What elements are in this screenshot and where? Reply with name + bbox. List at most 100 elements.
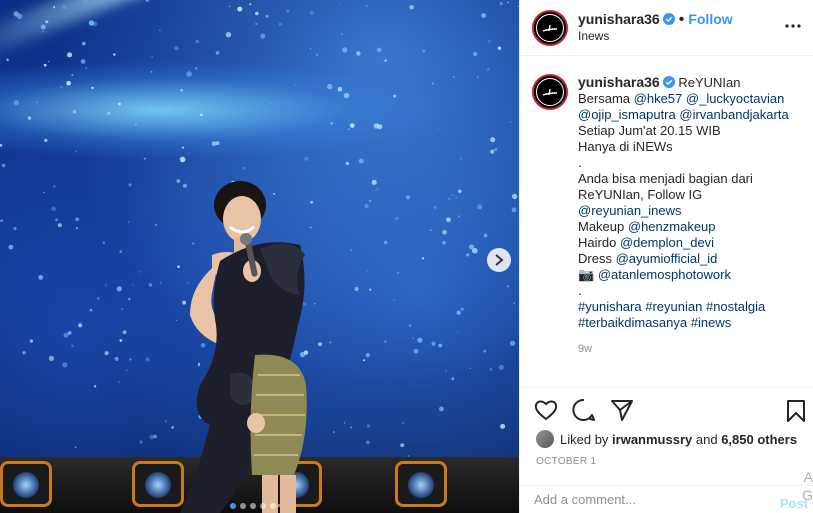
sparkle	[48, 355, 55, 361]
like-button[interactable]	[534, 399, 558, 421]
sparkle	[421, 257, 425, 260]
carousel-next-button[interactable]	[487, 248, 511, 272]
likes-summary: Liked by irwanmussry and 6,850 others	[536, 430, 797, 448]
caption-line: .	[578, 283, 789, 299]
caption-tag-link[interactable]: #nostalgia	[706, 299, 765, 314]
caption-text-segment: 📷	[578, 267, 598, 282]
caption-tag-link[interactable]: @atanlemosphotowork	[598, 267, 731, 282]
caption-tag-link[interactable]: @ayumiofficial_id	[616, 251, 718, 266]
sparkle	[350, 249, 353, 252]
sparkle	[0, 144, 3, 147]
caption-avatar[interactable]	[532, 74, 568, 110]
sparkle	[489, 367, 493, 371]
location-link[interactable]: Inews	[578, 28, 733, 44]
sparkle	[180, 88, 183, 92]
caption-tag-link[interactable]: #terbaikdimasanya	[578, 315, 687, 330]
sparkle	[393, 94, 396, 98]
sparkle	[75, 150, 78, 153]
sparkle	[97, 297, 100, 300]
sparkle	[498, 364, 504, 370]
sparkle	[445, 370, 448, 372]
liker-username[interactable]: irwanmussry	[612, 432, 692, 447]
sparkle	[405, 195, 411, 200]
caption-tag-link[interactable]: @ojip_ismaputra	[578, 107, 676, 122]
save-button[interactable]	[786, 400, 806, 427]
sparkle	[60, 86, 63, 89]
sparkle	[384, 340, 387, 343]
caption-line: Anda bisa menjadi bagian dari	[578, 171, 789, 187]
sparkle	[83, 0, 88, 3]
sparkle	[395, 216, 399, 221]
sparkle	[349, 123, 355, 128]
caption-tag-link[interactable]: #inews	[691, 315, 731, 330]
sparkle	[78, 323, 83, 328]
caption-text-segment: Hanya di iNEWs	[578, 139, 673, 154]
sparkle	[327, 83, 333, 90]
sparkle	[347, 128, 350, 131]
sparkle	[237, 6, 243, 12]
sparkle	[159, 29, 161, 32]
sparkle	[481, 13, 486, 18]
sparkle	[134, 123, 137, 127]
sparkle	[48, 60, 50, 63]
caption-username[interactable]: yunishara36	[578, 74, 660, 90]
sparkle	[154, 223, 158, 226]
sparkle	[44, 138, 48, 142]
comment-input[interactable]	[534, 492, 754, 507]
sparkle	[483, 233, 488, 238]
header-username[interactable]: yunishara36	[578, 11, 660, 27]
more-options-icon[interactable]	[785, 18, 801, 34]
caption-tag-link[interactable]: @reyunian_inews	[578, 203, 682, 218]
sparkle	[249, 3, 252, 6]
sparkle	[278, 22, 282, 26]
caption-tag-link[interactable]: @_luckyoctavian	[686, 91, 784, 106]
liker-avatar[interactable]	[536, 430, 554, 448]
sparkle	[417, 337, 423, 343]
caption-tag-link[interactable]: @irvanbandjakarta	[679, 107, 788, 122]
follow-button[interactable]: Follow	[688, 11, 732, 27]
carousel-dot	[250, 503, 256, 509]
sparkle	[62, 4, 67, 10]
comment-button[interactable]	[572, 398, 596, 422]
sparkle	[75, 227, 79, 230]
share-button[interactable]	[610, 398, 634, 422]
sparkle	[129, 358, 132, 361]
avatar[interactable]	[532, 9, 568, 46]
sparkle	[490, 137, 496, 143]
post-date[interactable]: OCTOBER 1	[536, 456, 596, 467]
sparkle	[483, 349, 487, 353]
sparkle	[150, 70, 153, 73]
sparkle	[119, 339, 123, 342]
sparkle	[463, 260, 465, 263]
verified-badge-icon	[662, 76, 675, 88]
sparkle	[384, 59, 387, 62]
caption-tag-link[interactable]: #yunishara	[578, 299, 642, 314]
sparkle	[383, 240, 388, 245]
sparkle	[343, 422, 346, 424]
sparkle	[499, 2, 503, 6]
sparkle	[80, 59, 86, 64]
post-photo[interactable]	[0, 0, 519, 513]
sparkle	[397, 272, 400, 274]
sparkle	[286, 9, 290, 13]
sparkle	[473, 51, 478, 57]
likes-count-link[interactable]: 6,850 others	[721, 432, 797, 447]
carousel-dot	[240, 503, 246, 509]
header-text: yunishara36 • Follow Inews	[578, 11, 733, 44]
sparkle	[412, 337, 414, 340]
sparkle	[294, 84, 297, 86]
sparkle	[376, 188, 379, 191]
caption-tag-link[interactable]: @henzmakeup	[628, 219, 716, 234]
caption-scroll-area[interactable]: yunishara36 ReYUNIan Bersama @hke57 @_lu…	[520, 56, 813, 386]
caption-tag-link[interactable]: @hke57	[634, 91, 683, 106]
sparkle	[366, 424, 371, 428]
sparkle	[350, 426, 353, 429]
avatar-logo-icon	[536, 78, 564, 106]
sparkle	[453, 76, 455, 78]
caption-tag-link[interactable]: #reyunian	[645, 299, 702, 314]
caption-tag-link[interactable]: @demplon_devi	[620, 235, 714, 250]
sparkle	[368, 199, 372, 203]
post-time-ago[interactable]: 9w	[578, 341, 789, 357]
sparkle	[140, 271, 142, 273]
sparkle	[183, 104, 186, 108]
